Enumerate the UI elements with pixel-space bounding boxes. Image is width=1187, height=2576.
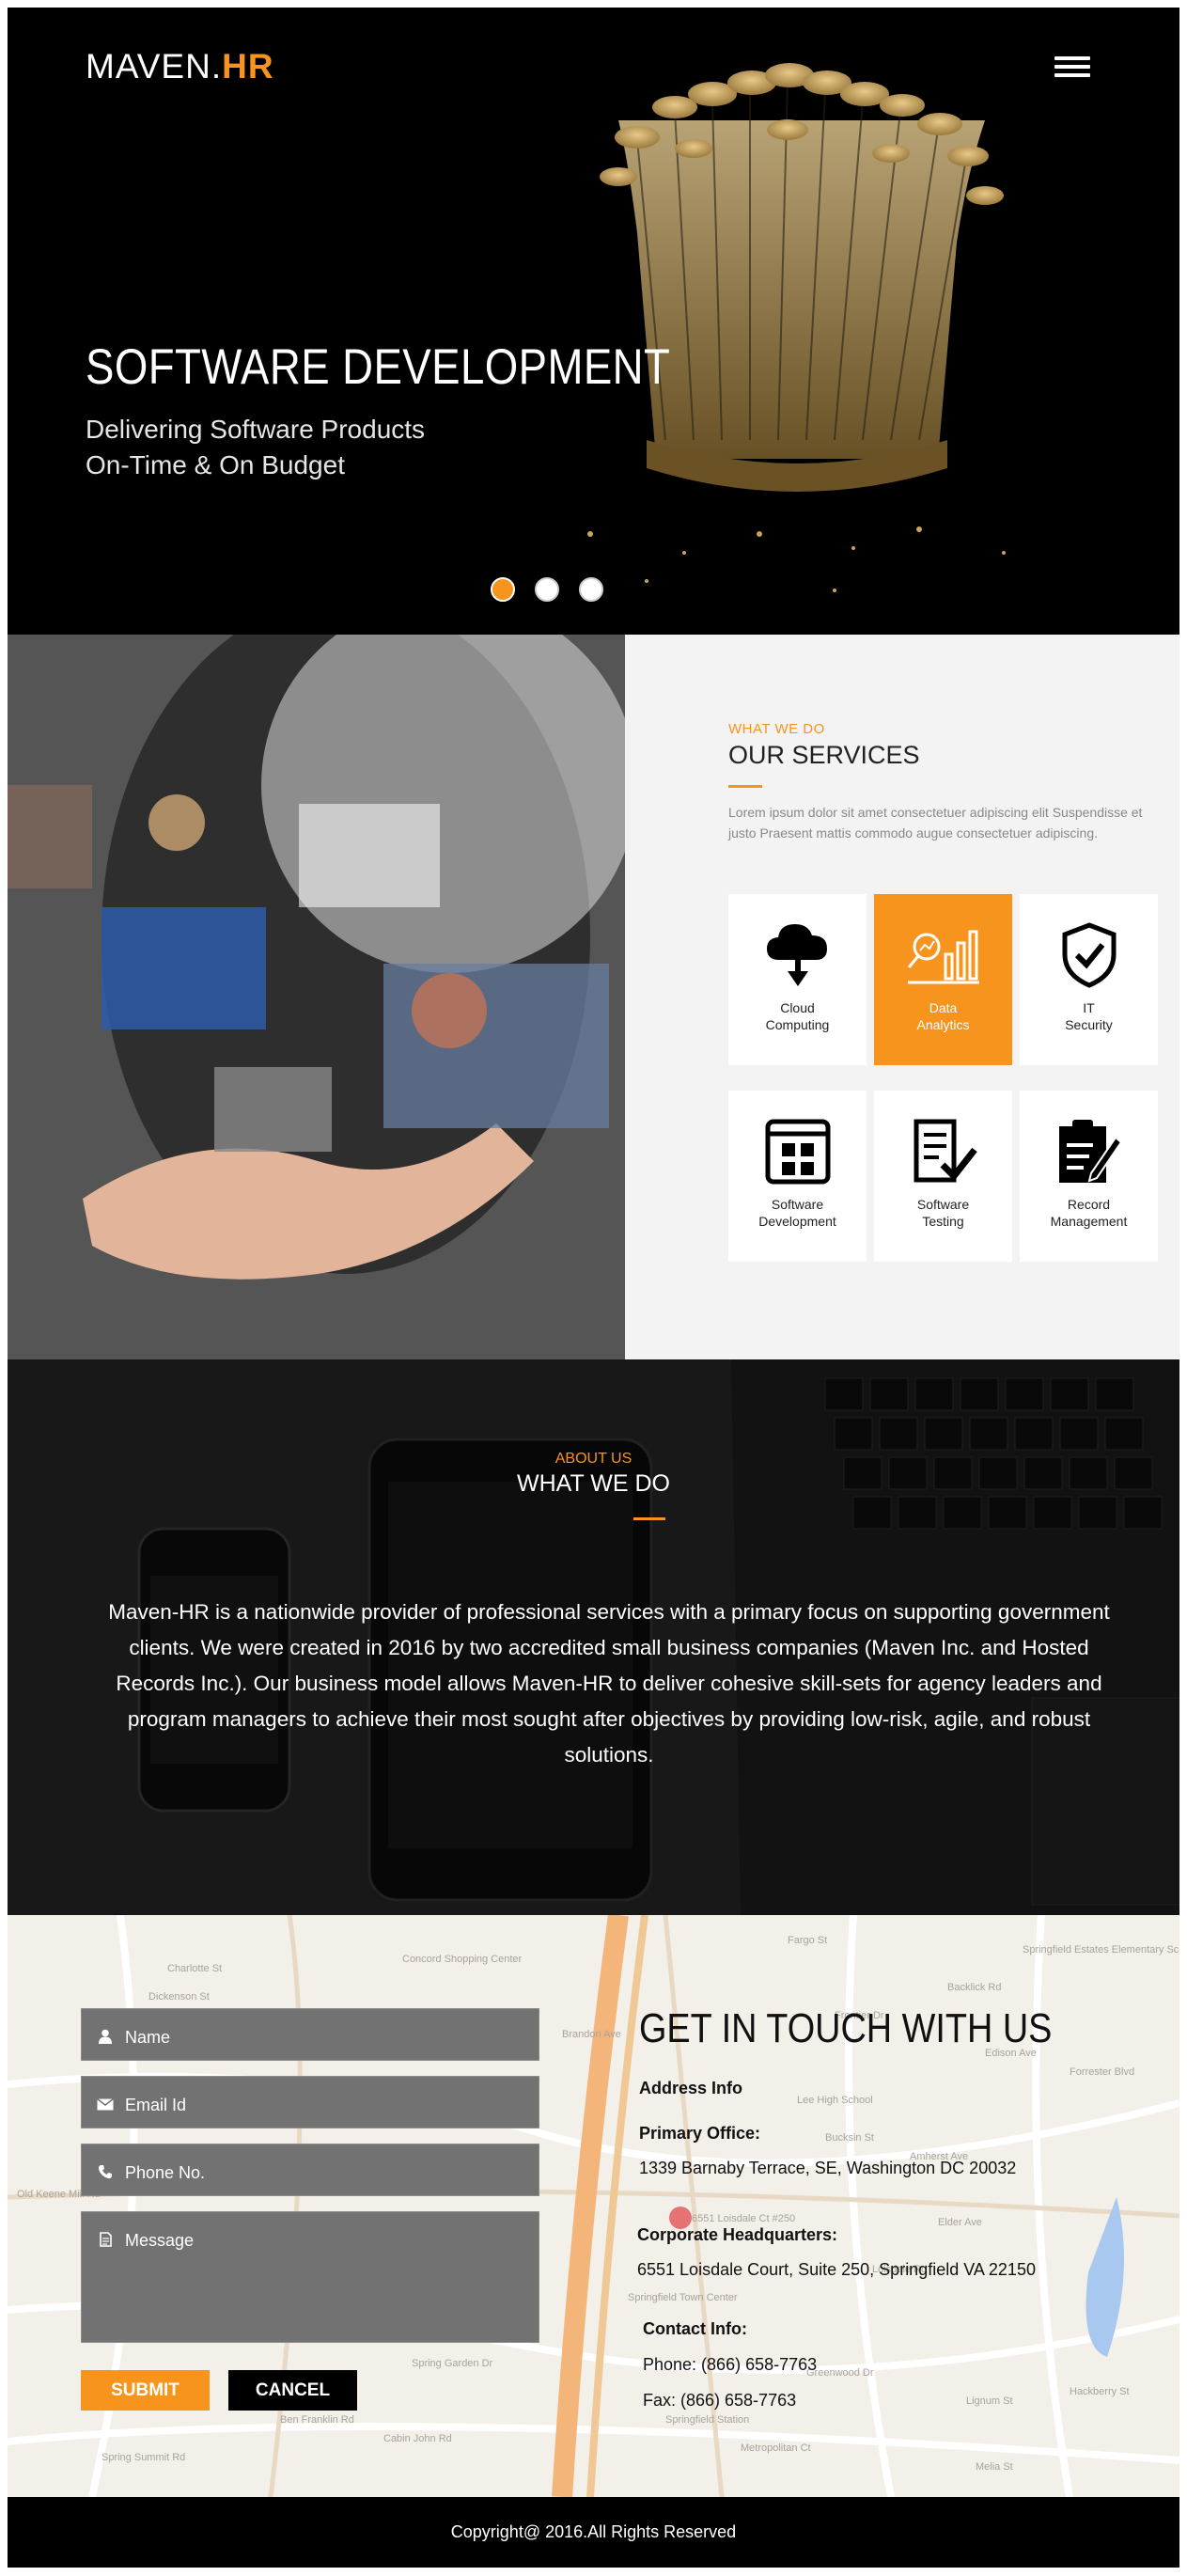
brand-logo[interactable]: MAVEN.HR bbox=[86, 47, 274, 86]
map-label-school: Springfield Estates Elementary School bbox=[1023, 1944, 1179, 1956]
contact-info-label: Contact Info: bbox=[643, 2319, 747, 2338]
map-label-charlotte: Charlotte St bbox=[167, 1963, 222, 1974]
slider-dots bbox=[491, 577, 603, 602]
map-label-lignum: Lignum St bbox=[966, 2395, 1013, 2407]
services-section: WHAT WE DO OUR SERVICES Lorem ipsum dolo… bbox=[625, 635, 1179, 1359]
map-label-lee-high: Lee High School bbox=[797, 2095, 873, 2106]
map-label-elder: Elder Ave bbox=[938, 2217, 982, 2228]
service-label-software-testing: Software Testing bbox=[916, 1197, 970, 1229]
service-tile-software-development[interactable]: Software Development bbox=[728, 1091, 867, 1262]
primary-office-label: Primary Office: bbox=[639, 2124, 761, 2143]
map-label-forrester: Forrester Blvd bbox=[1070, 2066, 1134, 2078]
submit-button[interactable]: SUBMIT bbox=[81, 2370, 210, 2411]
name-field[interactable]: Name bbox=[81, 2008, 539, 2061]
page: MAVEN.HR SOFTWARE DEVELOPMENT Delivering… bbox=[0, 0, 1187, 2576]
checklist-icon bbox=[874, 1115, 1012, 1188]
map-label-ben-franklin: Ben Franklin Rd bbox=[280, 2414, 354, 2426]
map-label-metropolitan: Metropolitan Ct bbox=[741, 2442, 811, 2454]
map-label-spring-summit: Spring Summit Rd bbox=[102, 2452, 185, 2463]
service-label-software-development: Software Development bbox=[758, 1197, 836, 1229]
about-section: ABOUT US WHAT WE DO Maven-HR is a nation… bbox=[8, 1359, 1179, 1915]
map-label-station: Springfield Station bbox=[665, 2414, 749, 2426]
copyright-text: Copyright@ 2016.All Rights Reserved bbox=[450, 2522, 737, 2541]
slide-dot-2[interactable] bbox=[535, 577, 559, 602]
map-label-hackberry: Hackberry St bbox=[1070, 2386, 1130, 2397]
name-placeholder: Name bbox=[125, 2028, 171, 2047]
message-field[interactable]: Message bbox=[81, 2211, 539, 2343]
headquarters-address: 6551 Loisdale Court, Suite 250, Springfi… bbox=[637, 2260, 1036, 2279]
services-description: Lorem ipsum dolor sit amet consectetuer … bbox=[728, 805, 1143, 840]
service-label-data-analytics: Data Analytics bbox=[916, 1000, 970, 1032]
services-title: OUR SERVICES bbox=[728, 741, 920, 769]
map-label-town-center: Springfield Town Center bbox=[628, 2292, 738, 2303]
map-label-fargo: Fargo St bbox=[788, 1935, 827, 1946]
hero-subtitle-line1: Delivering Software Products bbox=[86, 415, 426, 444]
service-label-it-security: IT Security bbox=[1065, 1000, 1113, 1032]
slide-dot-3[interactable] bbox=[579, 577, 603, 602]
envelope-icon bbox=[95, 2096, 116, 2113]
footer: Copyright@ 2016.All Rights Reserved bbox=[8, 2497, 1179, 2568]
cloud-download-icon bbox=[728, 919, 867, 992]
map-label-bucksin: Bucksin St bbox=[825, 2132, 874, 2144]
phone-field[interactable]: Phone No. bbox=[81, 2144, 539, 2196]
clipboard-pen-icon bbox=[1020, 1115, 1158, 1188]
phone-icon bbox=[95, 2163, 116, 2180]
map-label-cabin-john: Cabin John Rd bbox=[383, 2433, 452, 2444]
document-icon bbox=[95, 2231, 116, 2248]
fax-number: Fax: (866) 658-7763 bbox=[643, 2391, 797, 2410]
message-placeholder: Message bbox=[125, 2231, 195, 2250]
user-icon bbox=[95, 2028, 116, 2045]
about-eyebrow: ABOUT US bbox=[554, 1451, 633, 1467]
contact-heading: GET IN TOUCH WITH US bbox=[639, 2005, 1053, 2051]
service-tile-software-testing[interactable]: Software Testing bbox=[874, 1091, 1012, 1262]
services-divider bbox=[728, 785, 762, 788]
about-text: Maven-HR is a nationwide provider of pro… bbox=[108, 1600, 1110, 1767]
slide-dot-1[interactable] bbox=[491, 577, 515, 602]
cancel-button[interactable]: CANCEL bbox=[228, 2370, 357, 2411]
service-tile-cloud-computing[interactable]: Cloud Computing bbox=[728, 894, 867, 1065]
contact-section: Charlotte St Dickenson St Concord Shoppi… bbox=[8, 1915, 1179, 2497]
map-label-melia: Melia St bbox=[976, 2461, 1013, 2473]
map-label-address-pin: 6551 Loisdale Ct #250 bbox=[692, 2213, 795, 2224]
about-title: WHAT WE DO bbox=[517, 1470, 670, 1497]
business-hand-illustration bbox=[8, 635, 625, 1359]
map-label-concord: Concord Shopping Center bbox=[402, 1954, 523, 1965]
phone-number: Phone: (866) 658-7763 bbox=[643, 2355, 818, 2374]
address-info-label: Address Info bbox=[639, 2079, 743, 2097]
service-label-record-management: Record Management bbox=[1050, 1197, 1128, 1229]
service-tile-data-analytics[interactable]: Data Analytics bbox=[874, 894, 1012, 1065]
hero-subtitle: Delivering Software Products On-Time & O… bbox=[86, 412, 425, 483]
services-eyebrow: WHAT WE DO bbox=[728, 721, 825, 737]
business-hand-image bbox=[8, 635, 625, 1359]
analytics-chart-icon bbox=[874, 919, 1012, 992]
map-label-brandon: Brandon Ave bbox=[562, 2029, 621, 2040]
map-label-backlick: Backlick Rd bbox=[947, 1982, 1001, 1993]
app-window-icon bbox=[728, 1115, 867, 1188]
mushroom-cluster-image bbox=[587, 63, 1006, 592]
headquarters-label: Corporate Headquarters: bbox=[637, 2225, 838, 2244]
email-field[interactable]: Email Id bbox=[81, 2076, 539, 2128]
map-label-dickenson: Dickenson St bbox=[148, 1991, 210, 2003]
service-label-cloud-computing: Cloud Computing bbox=[765, 1000, 830, 1032]
about-divider bbox=[633, 1517, 665, 1520]
hero-title: SOFTWARE DEVELOPMENT bbox=[86, 339, 671, 395]
phone-placeholder: Phone No. bbox=[125, 2163, 206, 2182]
service-tile-it-security[interactable]: IT Security bbox=[1020, 894, 1158, 1065]
brand-accent: HR bbox=[222, 47, 274, 86]
hero-subtitle-line2: On-Time & On Budget bbox=[86, 450, 345, 479]
map-label-spring-garden: Spring Garden Dr bbox=[412, 2358, 493, 2369]
primary-office-address: 1339 Barnaby Terrace, SE, Washington DC … bbox=[639, 2159, 1017, 2177]
hero-section: MAVEN.HR SOFTWARE DEVELOPMENT Delivering… bbox=[8, 8, 1179, 635]
service-tile-record-management[interactable]: Record Management bbox=[1020, 1091, 1158, 1262]
email-placeholder: Email Id bbox=[125, 2096, 187, 2114]
shield-check-icon bbox=[1020, 919, 1158, 992]
brand-name: MAVEN. bbox=[86, 47, 223, 86]
